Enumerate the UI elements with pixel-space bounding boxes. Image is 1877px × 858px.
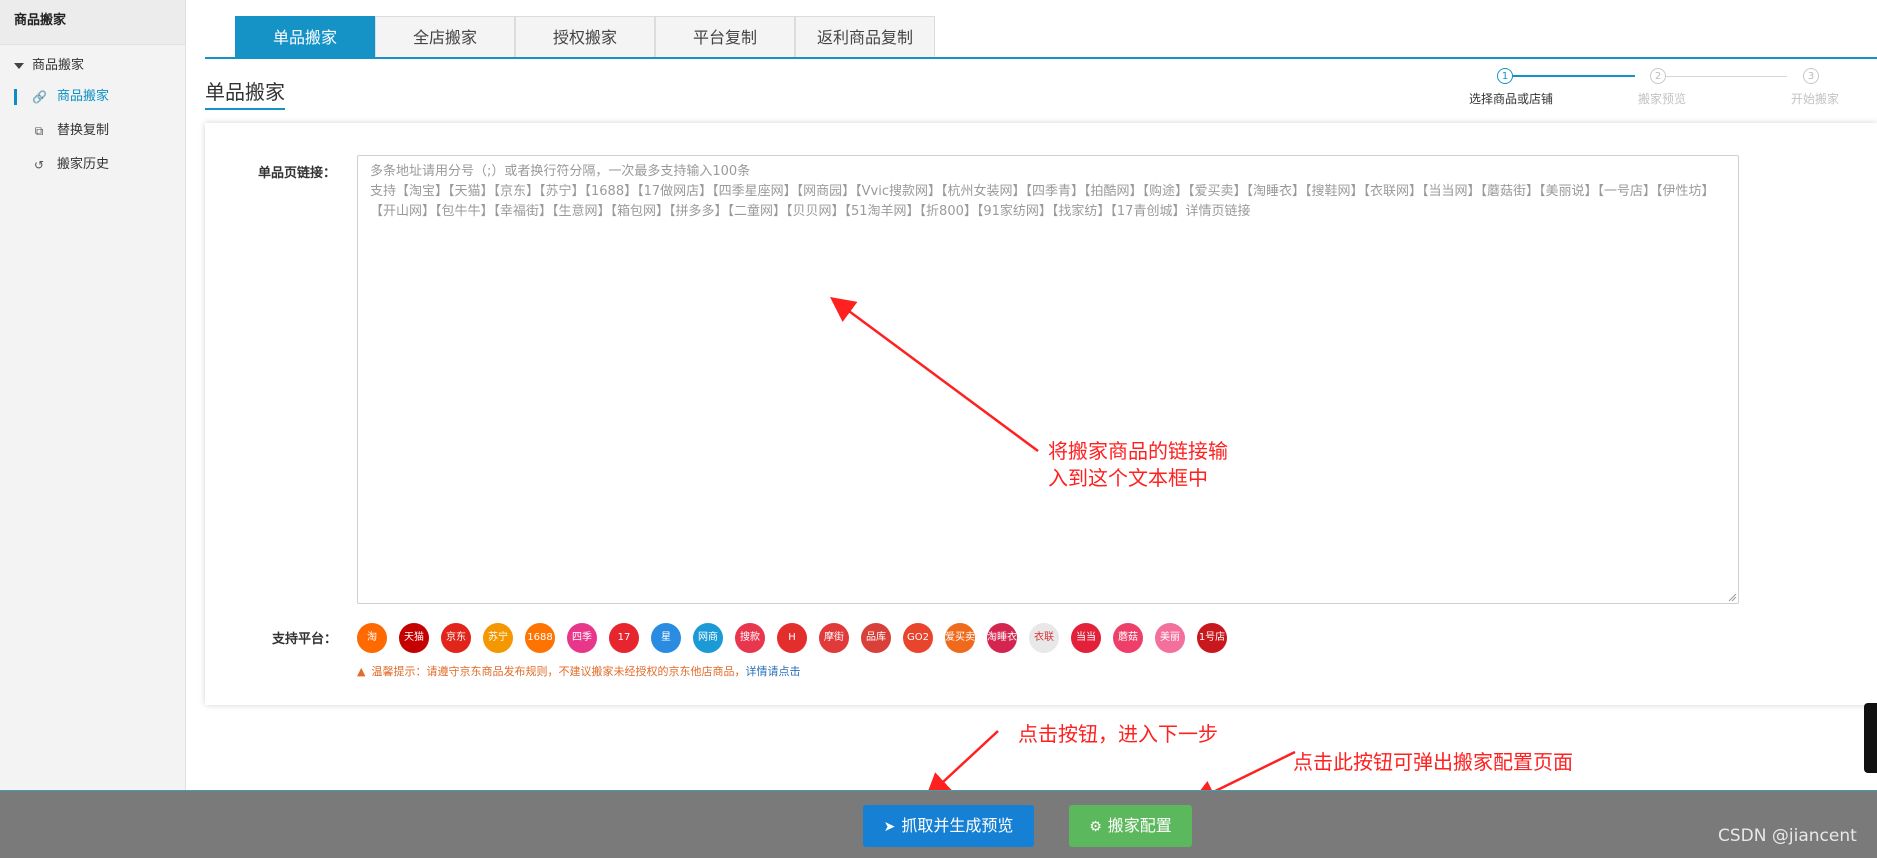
fetch-preview-label: 抓取并生成预览: [901, 816, 1014, 835]
platform-icons: 淘天猫 京东 苏宁 1688 四季 17 星网商 搜款 H 摩街 品库 GO2 爱买卖 淘睡衣 衣联 当当 蘑菇…: [357, 623, 1239, 653]
step-1-circle: 1: [1497, 68, 1513, 84]
link-icon: 🔗: [32, 90, 47, 104]
platform-icon: 品库: [861, 623, 891, 653]
platform-icon: 衣联: [1029, 623, 1059, 653]
sidebar-item-label: 搬家历史: [57, 157, 110, 172]
sidebar-item-replace-copy[interactable]: ⧉ 替换复制: [0, 116, 185, 146]
platforms-label: 支持平台：: [272, 632, 338, 647]
step-3-label: 开始搬家: [1791, 92, 1840, 106]
sidebar: 商品搬家 商品搬家 🔗 商品搬家 ⧉ 替换复制 ↺ 搬家历史: [0, 0, 186, 790]
arrow-to-preview-button: [925, 730, 999, 799]
tab-bar: 单品搬家 全店搬家 授权搬家 平台复制 返利商品复制: [235, 16, 935, 58]
warning-tip: ▲ 温馨提示：请遵守京东商品发布规则，不建议搬家未经授权的京东他店商品，详情请点击: [357, 663, 800, 679]
step-1-label: 选择商品或店铺: [1469, 92, 1554, 106]
annotation-next-note: 点击按钮，进入下一步: [1018, 722, 1218, 746]
tab-rebate-copy[interactable]: 返利商品复制: [795, 16, 935, 58]
platform-icon: 京东: [441, 623, 471, 653]
platform-icon: 淘睡衣: [987, 623, 1017, 653]
gears-icon: ⚙: [1089, 819, 1102, 835]
platform-icon: 淘: [357, 623, 387, 653]
link-field-label: 单品页链接：: [258, 166, 337, 181]
side-floating-tab[interactable]: [1864, 703, 1877, 773]
platform-icon: 爱买卖: [945, 623, 975, 653]
platform-icon: 星: [651, 623, 681, 653]
annotation-textarea-note: 将搬家商品的链接输 入到这个文本框中: [1048, 439, 1228, 490]
platform-icon: 苏宁: [483, 623, 513, 653]
platform-icon: 摩街: [819, 623, 849, 653]
fetch-preview-button[interactable]: ➤ 抓取并生成预览: [863, 805, 1034, 847]
warning-icon: ▲: [357, 665, 366, 678]
step-connector: [1658, 76, 1787, 77]
sidebar-item-label: 替换复制: [57, 123, 110, 138]
tip-text: 温馨提示：请遵守京东商品发布规则，不建议搬家未经授权的京东他店商品，: [371, 665, 746, 678]
sidebar-item-move-goods[interactable]: 🔗 商品搬家: [0, 82, 185, 112]
platform-icon: 搜款: [735, 623, 765, 653]
platform-icon: 美丽: [1155, 623, 1185, 653]
active-indicator: [14, 89, 17, 105]
platform-icon: 网商: [693, 623, 723, 653]
section-title-underline: [205, 108, 285, 110]
platform-icon: 1688: [525, 623, 555, 653]
section-title: 单品搬家: [205, 80, 285, 104]
tab-single-item[interactable]: 单品搬家: [235, 16, 375, 58]
sidebar-title: 商品搬家: [0, 0, 185, 45]
tab-authorized[interactable]: 授权搬家: [515, 16, 655, 58]
platform-icon: 1号店: [1197, 623, 1227, 653]
link-textarea-placeholder: 多条地址请用分号（;）或者换行符分隔，一次最多支持输入100条 支持【淘宝】【天…: [370, 164, 1715, 219]
platform-icon: H: [777, 623, 807, 653]
platform-icon: 17: [609, 623, 639, 653]
step-3-circle: 3: [1803, 68, 1819, 84]
platform-icon: 蘑菇: [1113, 623, 1143, 653]
sidebar-item-history[interactable]: ↺ 搬家历史: [0, 150, 185, 180]
step-connector-active: [1505, 75, 1635, 77]
annotation-config-note: 点击此按钮可弹出搬家配置页面: [1293, 750, 1573, 774]
sidebar-group-toggle[interactable]: 商品搬家: [14, 54, 84, 73]
rocket-icon: ➤: [883, 819, 896, 835]
step-2-circle: 2: [1650, 68, 1666, 84]
watermark: CSDN @jiancent: [1718, 826, 1857, 846]
link-textarea[interactable]: [357, 155, 1739, 604]
tab-whole-store[interactable]: 全店搬家: [375, 16, 515, 58]
move-config-label: 搬家配置: [1107, 816, 1172, 835]
sidebar-group-label: 商品搬家: [32, 58, 85, 73]
caret-down-icon: [14, 62, 24, 69]
move-config-button[interactable]: ⚙ 搬家配置: [1069, 805, 1192, 847]
platform-icon: 四季: [567, 623, 597, 653]
platform-icon: 天猫: [399, 623, 429, 653]
tab-platform-copy[interactable]: 平台复制: [655, 16, 795, 58]
progress-steps: 1 2 3 选择商品或店铺 搬家预览 开始搬家: [1460, 68, 1877, 112]
step-2-label: 搬家预览: [1638, 92, 1687, 106]
history-icon: ↺: [33, 158, 45, 172]
resize-handle-icon[interactable]: [1727, 592, 1737, 602]
sidebar-item-label: 商品搬家: [57, 89, 110, 104]
platform-icon: GO2: [903, 623, 933, 653]
tip-details-link[interactable]: 详情请点击: [745, 665, 800, 678]
tab-underline: [205, 57, 1877, 59]
platform-icon: 当当: [1071, 623, 1101, 653]
copy-icon: ⧉: [34, 124, 44, 138]
